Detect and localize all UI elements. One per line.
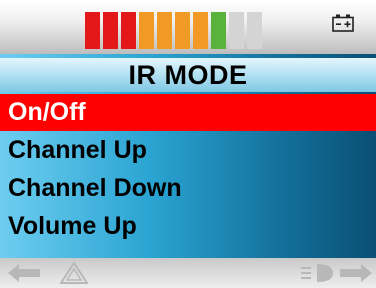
battery-segment [85, 12, 100, 49]
left-arrow-icon[interactable] [6, 262, 42, 284]
battery-segment [211, 12, 226, 49]
page-title: IR MODE [128, 59, 248, 90]
headlight-icon[interactable] [300, 262, 334, 284]
battery-segment [139, 12, 154, 49]
ir-mode-panel: IR MODE On/Off Channel Up Channel Down V… [0, 54, 376, 258]
right-arrow-icon[interactable] [338, 262, 374, 284]
battery-segment [157, 12, 172, 49]
bottom-nav-bar [0, 258, 376, 288]
menu-item-on-off[interactable]: On/Off [0, 94, 376, 131]
menu-item-label: Volume Up [8, 212, 137, 240]
battery-icon [332, 14, 354, 32]
wheelchair-display: IR MODE On/Off Channel Up Channel Down V… [0, 0, 376, 288]
warning-triangle-icon[interactable] [60, 262, 88, 284]
status-bar [0, 0, 376, 54]
battery-segment [229, 12, 244, 49]
battery-level-bar [85, 12, 262, 49]
battery-segment [193, 12, 208, 49]
battery-segment [175, 12, 190, 49]
menu-item-volume-up[interactable]: Volume Up [0, 208, 376, 245]
menu-item-channel-down[interactable]: Channel Down [0, 170, 376, 207]
menu-item-label: On/Off [8, 98, 86, 126]
menu-item-label: Channel Up [8, 136, 147, 164]
battery-segment [103, 12, 118, 49]
battery-segment [247, 12, 262, 49]
battery-segment [121, 12, 136, 49]
menu-item-channel-up[interactable]: Channel Up [0, 132, 376, 169]
menu-item-label: Channel Down [8, 174, 182, 202]
title-bar: IR MODE [0, 58, 376, 92]
